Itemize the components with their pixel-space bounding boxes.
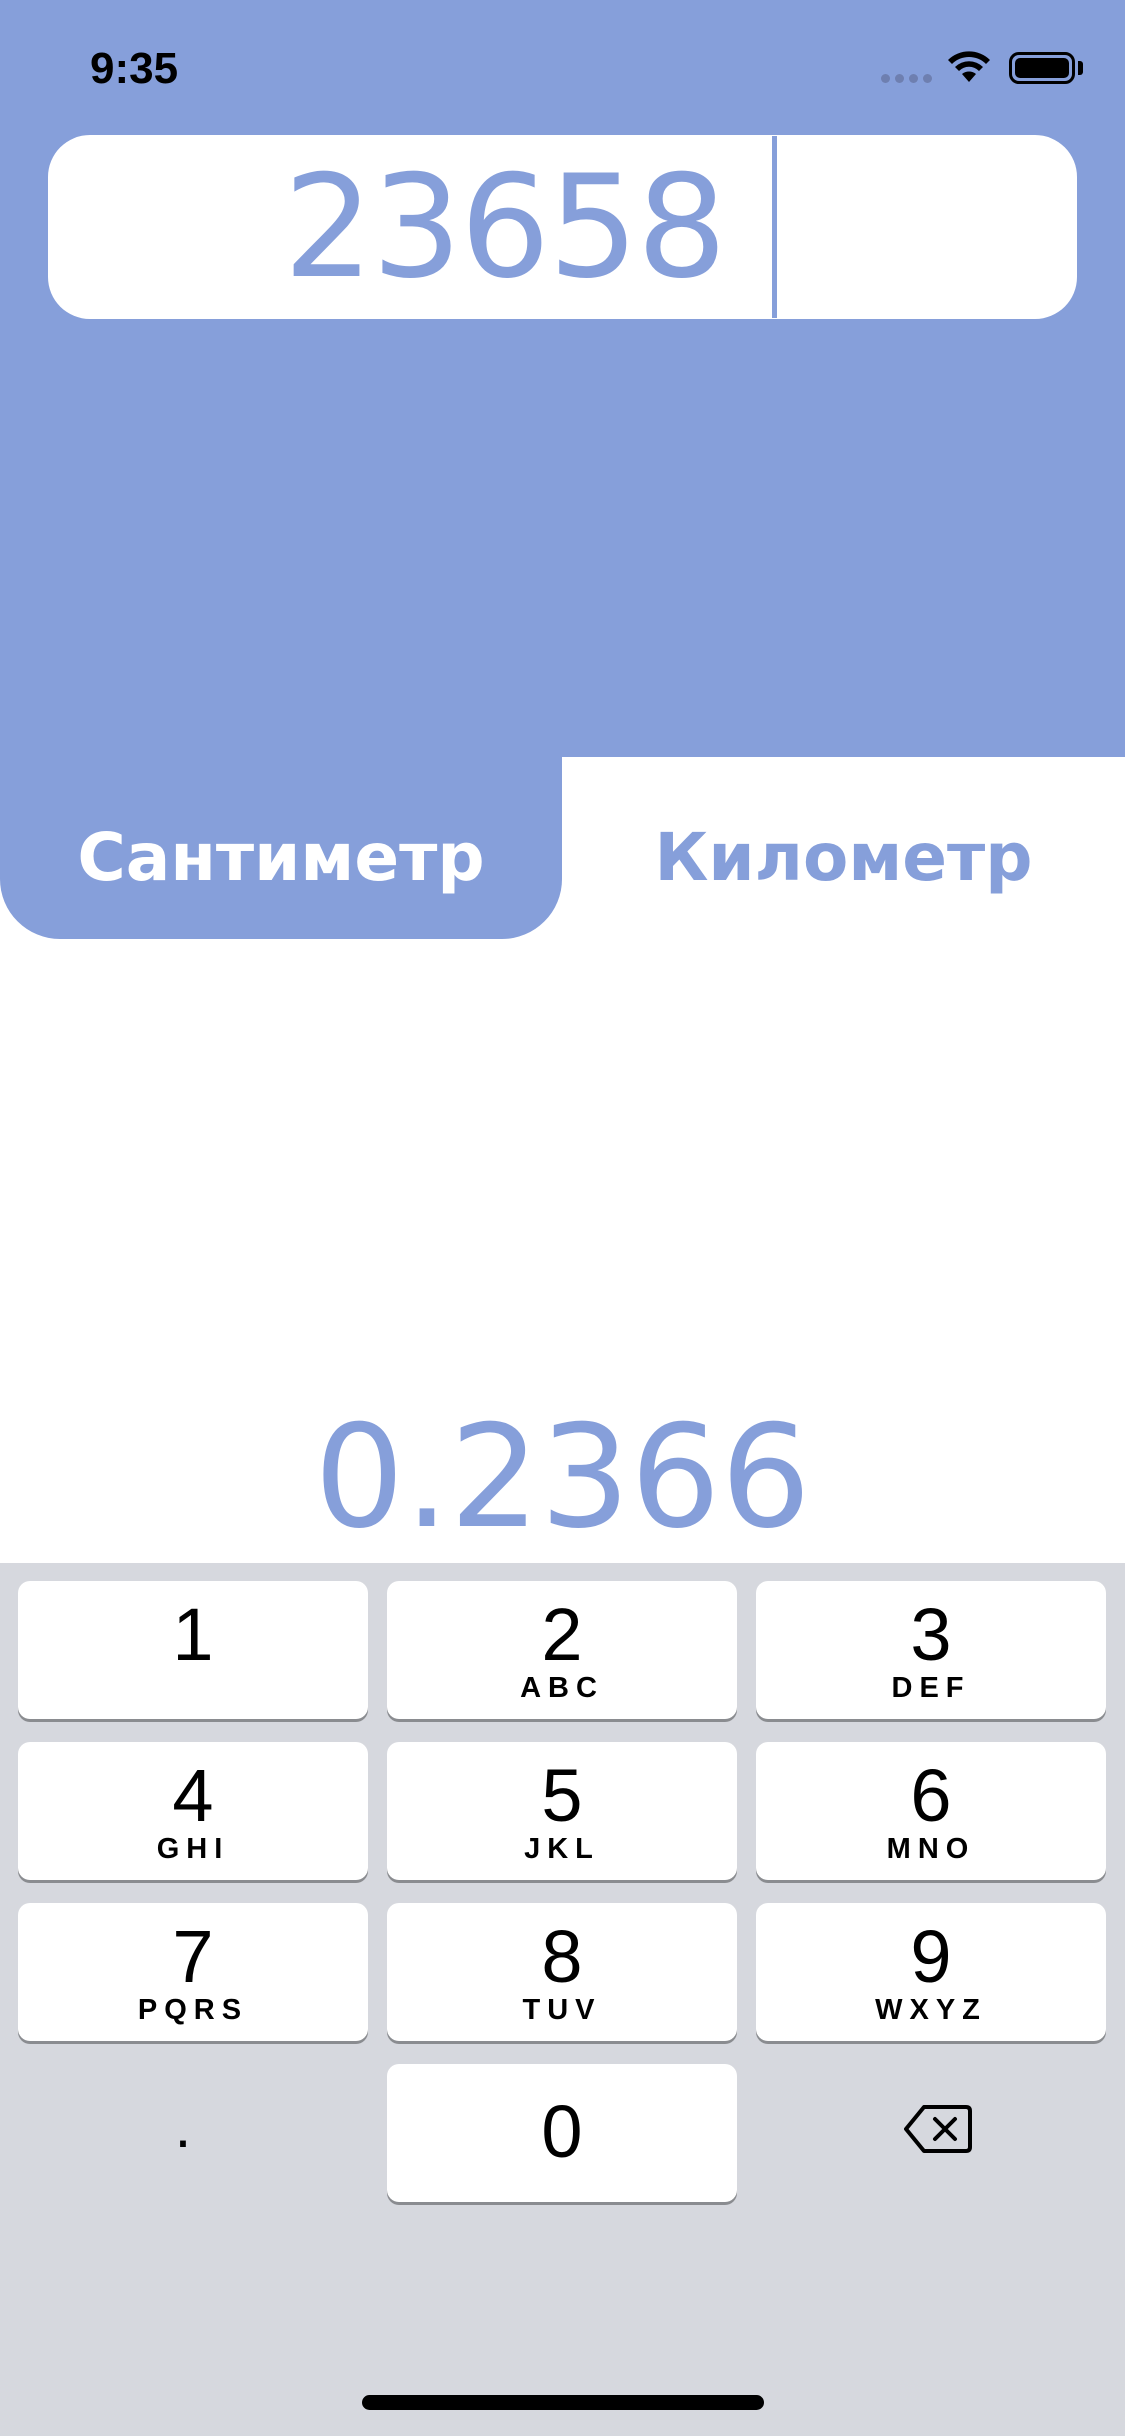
key-digit: 9	[910, 1915, 952, 1998]
key-0[interactable]: 0	[387, 2064, 737, 2202]
key-letters: JKL	[524, 1833, 600, 1865]
key-digit: 6	[910, 1754, 952, 1837]
key-decimal-point[interactable]: .	[12, 2057, 354, 2197]
home-indicator[interactable]	[362, 2395, 764, 2410]
backspace-icon[interactable]	[904, 2104, 972, 2154]
key-1[interactable]: 1	[18, 1581, 368, 1719]
key-digit: 4	[172, 1754, 214, 1837]
key-letters: PQRS	[137, 1994, 249, 2026]
key-digit: 0	[541, 2090, 583, 2173]
status-time: 9:35	[90, 44, 179, 93]
key-digit: 7	[172, 1915, 214, 1998]
key-letters: GHI	[156, 1833, 230, 1865]
key-digit: 3	[910, 1593, 952, 1676]
key-5[interactable]: 5 JKL	[387, 1742, 737, 1880]
tab-from-unit[interactable]: Сантиметр	[0, 757, 562, 939]
key-9[interactable]: 9 WXYZ	[756, 1903, 1106, 2041]
key-letters: DEF	[891, 1672, 971, 1704]
key-4[interactable]: 4 GHI	[18, 1742, 368, 1880]
key-digit: 2	[541, 1593, 583, 1676]
tab-to-unit-label: Километр	[654, 819, 1033, 896]
key-letters: TUV	[522, 1994, 602, 2026]
result-value: 0.2366	[314, 1395, 811, 1560]
tab-from-unit-label: Сантиметр	[77, 819, 485, 896]
key-3[interactable]: 3 DEF	[756, 1581, 1106, 1719]
key-8[interactable]: 8 TUV	[387, 1903, 737, 2041]
text-caret	[772, 136, 777, 318]
key-digit: 1	[172, 1593, 214, 1676]
key-letters: MNO	[886, 1833, 976, 1865]
header-background	[0, 0, 1125, 757]
battery-icon	[1009, 52, 1075, 84]
key-letters: WXYZ	[875, 1994, 987, 2026]
wifi-icon	[948, 51, 990, 82]
key-letters: ABC	[520, 1672, 604, 1704]
key-2[interactable]: 2 ABC	[387, 1581, 737, 1719]
battery-cap	[1078, 61, 1083, 75]
value-input-field[interactable]: 23658	[48, 135, 1077, 319]
input-value: 23658	[283, 145, 727, 310]
key-6[interactable]: 6 MNO	[756, 1742, 1106, 1880]
key-digit: 5	[541, 1754, 583, 1837]
key-7[interactable]: 7 PQRS	[18, 1903, 368, 2041]
key-digit: 8	[541, 1915, 583, 1998]
tab-to-unit[interactable]: Километр	[562, 757, 1125, 939]
